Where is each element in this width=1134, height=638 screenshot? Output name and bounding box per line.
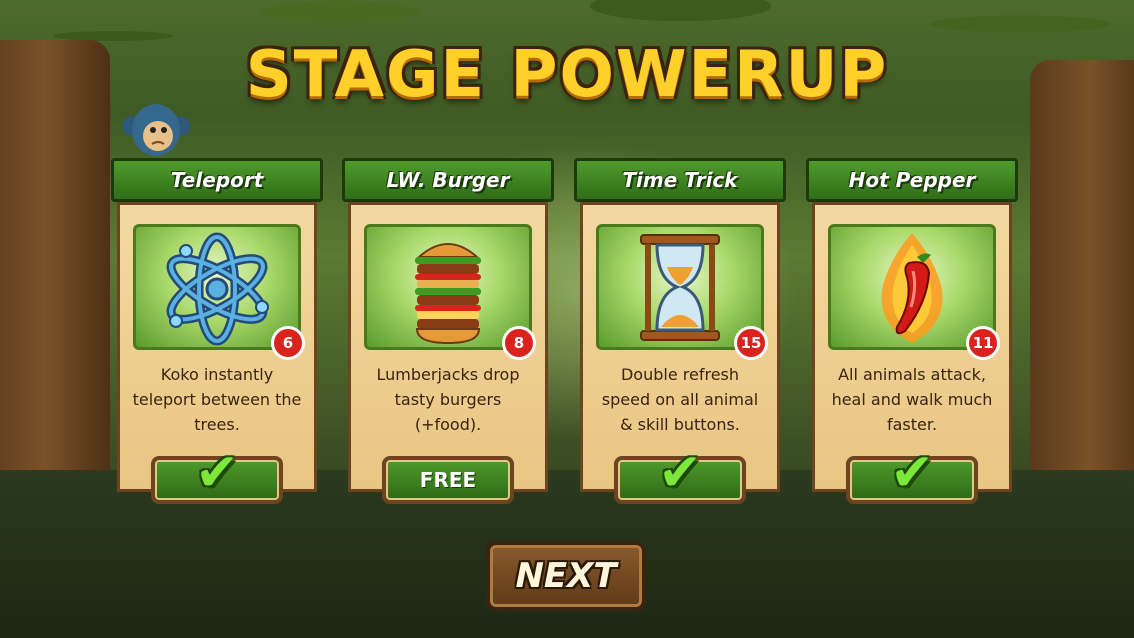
monkey-icon [122,104,190,156]
card-header: Time Trick [574,158,786,202]
card-title: LW. Burger [386,168,510,192]
select-button[interactable]: ✔ [614,443,746,504]
checkmark-icon: ✔ [195,443,239,503]
powerup-card-teleport: Teleport 6 Koko instantly teleport betwe… [111,158,323,504]
card-header: LW. Burger [342,158,554,202]
powerup-card-time-trick: Time Trick 15 Double refresh speed on al… [574,158,786,504]
card-header: Hot Pepper [806,158,1018,202]
checkmark-icon: ✔ [658,443,702,503]
card-description: Koko instantly teleport between the tree… [132,365,302,434]
card-description: All animals attack, heal and walk much f… [831,365,993,434]
select-button[interactable]: ✔ [151,443,283,504]
hourglass-icon [640,234,720,341]
powerup-card-burger: LW. Burger 8 Lumberjacks drop tasty burg… [342,158,554,504]
atom-icon [166,232,269,346]
chili-pepper-icon [881,233,943,343]
card-description: Lumberjacks drop tasty burgers (+food). [376,365,520,434]
burger-icon [415,243,481,345]
next-button[interactable]: NEXT [486,541,646,611]
card-title: Time Trick [622,168,738,192]
count-badge: 8 [502,326,536,360]
card-header: Teleport [111,158,323,202]
card-title: Teleport [170,168,264,192]
count-badge: 6 [271,326,305,360]
count-badge: 11 [966,326,1000,360]
select-button[interactable]: ✔ [846,443,978,504]
powerup-card-hot-pepper: Hot Pepper 11 All animals attack, heal a… [806,158,1018,504]
card-description: Double refresh speed on all animal & ski… [601,365,759,434]
count-badge: 15 [734,326,768,360]
next-label: NEXT [515,556,617,596]
checkmark-icon: ✔ [890,443,934,503]
free-label: FREE [419,468,477,492]
card-title: Hot Pepper [848,168,976,192]
free-button[interactable]: FREE [382,456,514,504]
